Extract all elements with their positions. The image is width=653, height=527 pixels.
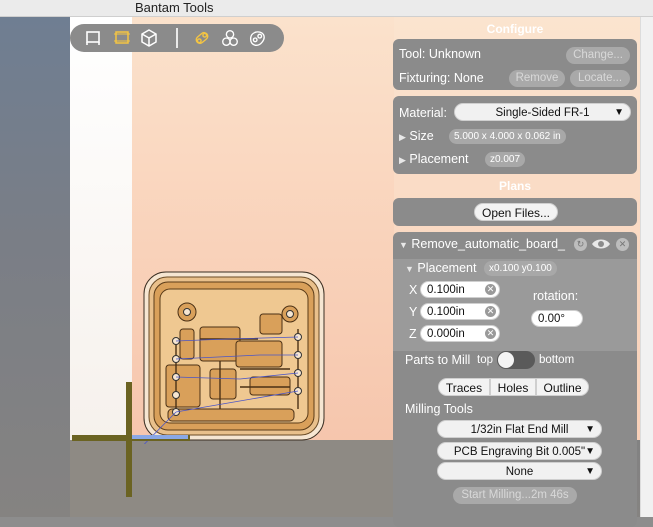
size-label: Size (409, 129, 434, 143)
sidebar: Configure Tool: Unknown Change... Fixtur… (392, 17, 638, 527)
toolbar-separator (176, 28, 178, 48)
start-milling-button[interactable]: Start Milling...2m 46s (453, 487, 577, 504)
placement-toggle[interactable]: ▶ Placement (399, 152, 468, 166)
tab-traces[interactable]: Traces (438, 378, 490, 396)
fixturing-label: Fixturing: None (399, 71, 484, 85)
clear-z-icon[interactable]: ✕ (485, 328, 496, 339)
z-input[interactable]: 0.000in ✕ (420, 325, 500, 342)
bottom-label: bottom (539, 354, 575, 366)
close-icon[interactable]: ✕ (616, 238, 629, 251)
window-titlebar: Bantam Tools (0, 0, 653, 17)
traces-view-icon[interactable] (192, 28, 212, 48)
plan-placement-toggle[interactable]: ▼ Placement (405, 261, 476, 275)
tool-fixturing-card: Tool: Unknown Change... Fixturing: None … (393, 39, 637, 90)
x-value: 0.100in (427, 284, 465, 296)
tool-2-value: PCB Engraving Bit 0.005" (453, 446, 586, 458)
plan-placement-label: Placement (417, 261, 477, 275)
plan-header[interactable]: ▼ Remove_automatic_board_ (399, 237, 565, 251)
placement-value: z0.007 (485, 152, 526, 167)
rotation-value: 0.00° (538, 313, 565, 325)
remove-fixture-button[interactable]: Remove (509, 70, 565, 87)
top-label: top (477, 354, 493, 366)
outline-view-icon[interactable] (247, 28, 267, 48)
caret-down-icon: ▼ (614, 107, 624, 118)
eye-icon[interactable] (591, 237, 611, 254)
disclosure-down-icon: ▼ (399, 240, 408, 250)
milling-tools-label: Milling Tools (405, 402, 473, 416)
material-label: Material: (399, 106, 447, 120)
disclosure-down-icon: ▼ (405, 264, 414, 274)
disclosure-right-icon: ▶ (399, 132, 406, 142)
parts-to-mill-label: Parts to Mill (405, 353, 471, 367)
size-toggle[interactable]: ▶ Size (399, 129, 434, 143)
view-toolbar (70, 24, 284, 52)
plans-title: Plans (498, 179, 531, 193)
change-tool-button[interactable]: Change... (566, 47, 630, 64)
locate-fixture-button[interactable]: Locate... (570, 70, 630, 87)
y-input[interactable]: 0.100in ✕ (420, 303, 500, 320)
bed-view-icon[interactable] (83, 28, 103, 48)
x-label: X (409, 283, 418, 297)
tab-outline[interactable]: Outline (536, 378, 589, 396)
toggle-knob (498, 352, 514, 368)
top-bottom-toggle[interactable] (497, 351, 535, 369)
tool-select-2[interactable]: PCB Engraving Bit 0.005" ▼ (437, 442, 602, 460)
open-files-button[interactable]: Open Files... (474, 203, 558, 221)
plan-file-name: Remove_automatic_board_ (411, 237, 565, 251)
y-value: 0.100in (427, 306, 465, 318)
window-title: Bantam Tools (135, 0, 214, 15)
caret-down-icon: ▼ (585, 424, 595, 435)
open-files-card: Open Files... (393, 198, 637, 226)
3d-view-icon[interactable] (139, 28, 159, 48)
refresh-icon[interactable]: ↻ (574, 238, 587, 251)
clear-y-icon[interactable]: ✕ (485, 306, 496, 317)
size-value: 5.000 x 4.000 x 0.062 in (449, 129, 566, 144)
y-label: Y (409, 305, 418, 319)
origin-axes (72, 382, 190, 497)
tool-1-value: 1/32in Flat End Mill (470, 424, 569, 436)
plan-placement-value: x0.100 y0.100 (484, 261, 557, 276)
tool-select-1[interactable]: 1/32in Flat End Mill ▼ (437, 420, 602, 438)
x-input[interactable]: 0.100in ✕ (420, 281, 500, 298)
tool-label: Tool: Unknown (399, 47, 481, 61)
configure-title: Configure (486, 22, 544, 36)
material-card: Material: Single-Sided FR-1 ▼ ▶ Size 5.0… (393, 96, 637, 174)
plan-card: ▼ Remove_automatic_board_ ↻ ✕ ▼ Placemen… (393, 232, 637, 527)
sidebar-scrollbar[interactable] (640, 17, 653, 517)
z-label: Z (409, 327, 417, 341)
rotation-input[interactable]: 0.00° (531, 310, 583, 327)
z-value: 0.000in (427, 328, 465, 340)
rotation-label: rotation: (533, 289, 579, 303)
disclosure-right-icon: ▶ (399, 155, 406, 165)
tool-3-value: None (505, 466, 534, 478)
placement-label: Placement (409, 152, 469, 166)
top-view-icon[interactable] (112, 28, 132, 48)
placement-panel: ▼ Placement x0.100 y0.100 X 0.100in ✕ Y 0… (393, 259, 637, 351)
material-select[interactable]: Single-Sided FR-1 ▼ (454, 103, 631, 121)
holes-view-icon[interactable] (220, 28, 240, 48)
material-value: Single-Sided FR-1 (495, 107, 590, 119)
tool-select-3[interactable]: None ▼ (437, 462, 602, 480)
clear-x-icon[interactable]: ✕ (485, 284, 496, 295)
caret-down-icon: ▼ (585, 466, 595, 477)
caret-down-icon: ▼ (585, 446, 595, 457)
tab-holes[interactable]: Holes (490, 378, 536, 396)
